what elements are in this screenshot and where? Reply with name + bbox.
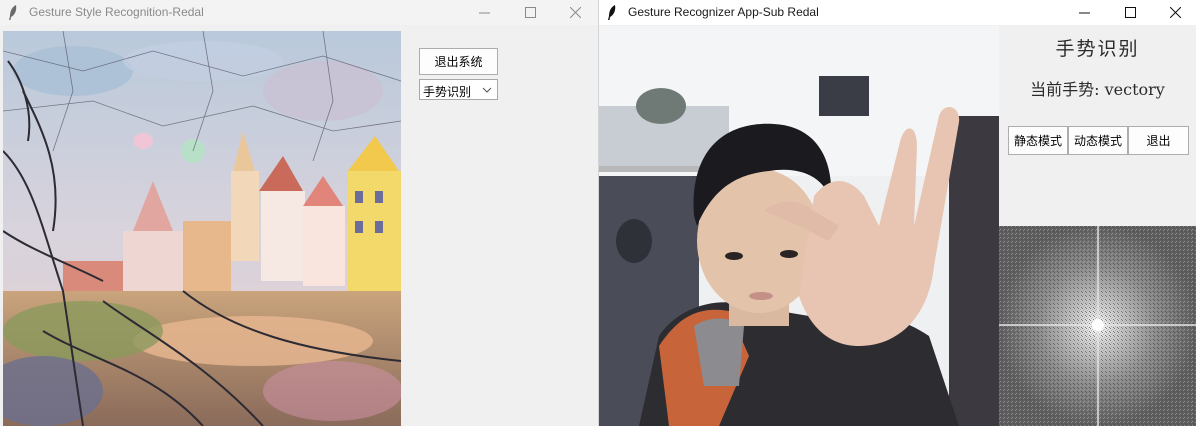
maximize-icon — [1124, 7, 1136, 18]
title-bar[interactable]: Gesture Recognizer App-Sub Redal — [599, 0, 1196, 25]
exit-button[interactable]: 退出 — [1128, 126, 1189, 155]
fourier-spectrum-image — [999, 226, 1196, 426]
feather-icon — [9, 5, 17, 20]
static-mode-button[interactable]: 静态模式 — [1008, 126, 1068, 155]
close-button[interactable] — [1152, 0, 1196, 25]
panel-title: 手势识别 — [1055, 38, 1140, 60]
exit-system-button[interactable]: 退出系统 — [419, 48, 498, 75]
current-gesture-label: 当前手势: vectory — [1030, 80, 1165, 99]
dynamic-mode-button[interactable]: 动态模式 — [1068, 126, 1128, 155]
maximize-button[interactable] — [507, 0, 553, 25]
minimize-button[interactable] — [461, 0, 507, 25]
spectrum-plot — [999, 226, 1196, 426]
gesture-recognizer-window: Gesture Recognizer App-Sub Redal 手势识别 当前… — [599, 0, 1196, 426]
close-icon — [569, 7, 581, 18]
mode-select[interactable]: 手势识别 — [419, 79, 498, 100]
minimize-icon — [478, 12, 490, 14]
stylized-painting-canvas — [3, 31, 401, 426]
camera-feed — [599, 26, 999, 426]
maximize-button[interactable] — [1107, 0, 1153, 25]
window-title: Gesture Style Recognition-Redal — [29, 5, 204, 19]
maximize-icon — [524, 7, 536, 18]
chevron-down-icon[interactable] — [482, 86, 492, 94]
minimize-icon — [1078, 12, 1090, 14]
feather-icon — [608, 5, 616, 20]
minimize-button[interactable] — [1061, 0, 1107, 25]
style-recognition-window: Gesture Style Recognition-Redal 退出系统 手势识… — [0, 0, 598, 426]
title-bar[interactable]: Gesture Style Recognition-Redal — [0, 0, 598, 25]
close-icon — [1169, 7, 1181, 18]
mode-select-value: 手势识别 — [423, 85, 472, 99]
window-title: Gesture Recognizer App-Sub Redal — [628, 5, 819, 19]
close-button[interactable] — [552, 0, 598, 25]
stylized-painting — [3, 31, 401, 426]
webcam-image — [599, 26, 999, 426]
